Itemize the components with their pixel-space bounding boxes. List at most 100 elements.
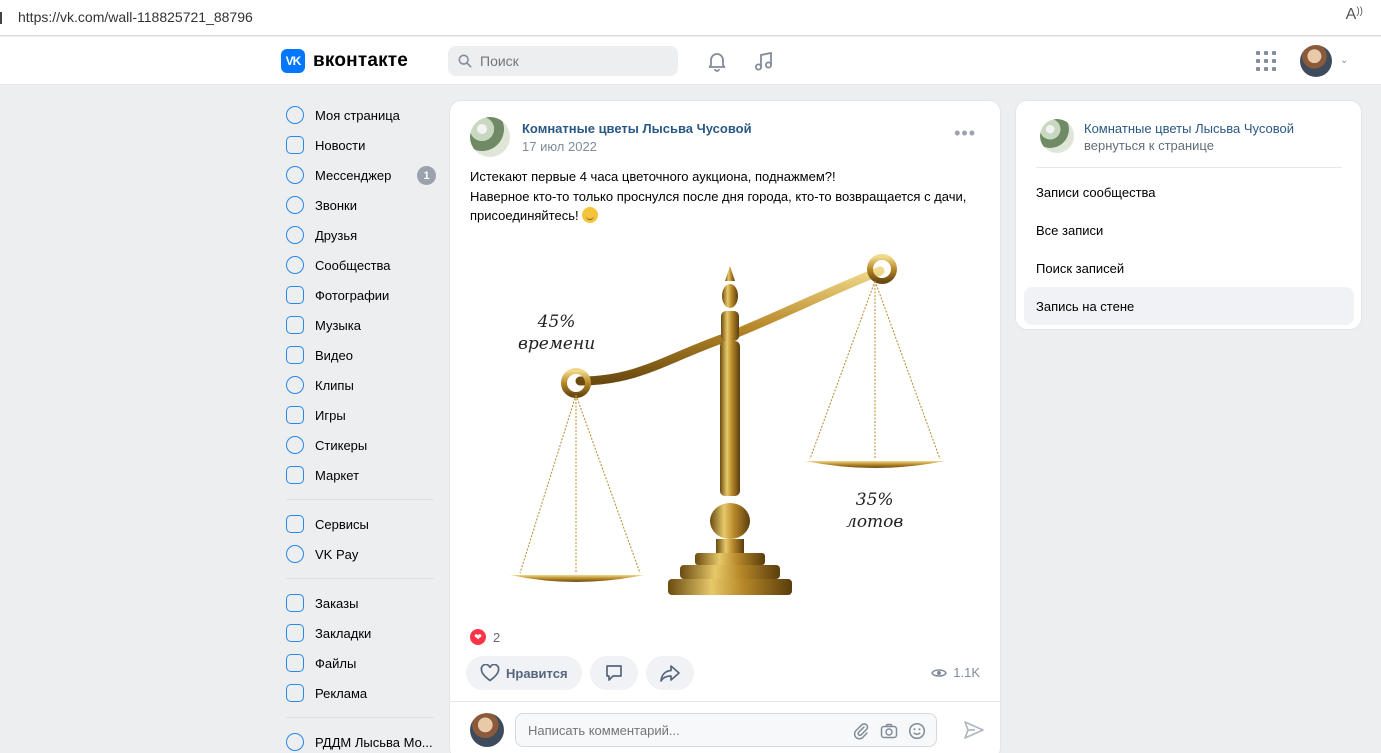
reader-mode-icon[interactable]: A))	[1346, 6, 1363, 24]
group-avatar[interactable]	[1040, 119, 1074, 153]
sidebar-item-label: Маркет	[315, 467, 360, 483]
sidebar-item-services[interactable]: Сервисы	[280, 509, 440, 539]
sidebar-item-files[interactable]: Файлы	[280, 648, 440, 678]
sidebar-item-photos[interactable]: Фотографии	[280, 280, 440, 310]
clips-icon	[286, 376, 304, 394]
post-author[interactable]: Комнатные цветы Лысьва Чусовой	[522, 121, 752, 136]
services-icon	[286, 515, 304, 533]
heart-reaction-icon: ❤	[470, 629, 486, 645]
more-options-icon[interactable]: •••	[954, 124, 976, 142]
bag-icon	[286, 466, 304, 484]
sidebar-item-my-page[interactable]: Моя страница	[280, 100, 440, 130]
wall-menu: Записи сообщества Все записи Поиск запис…	[1024, 173, 1354, 325]
menu-item-community-posts[interactable]: Записи сообщества	[1024, 173, 1354, 211]
views-counter: 1.1K	[931, 665, 980, 680]
send-icon[interactable]	[963, 719, 985, 741]
vkpay-icon	[286, 545, 304, 563]
message-icon	[286, 166, 304, 184]
apps-grid-icon[interactable]	[1256, 51, 1276, 71]
sidebar-item-communities[interactable]: Сообщества	[280, 250, 440, 280]
phone-icon	[286, 196, 304, 214]
back-to-page-link[interactable]: вернуться к странице	[1084, 138, 1214, 153]
scale-label-right: 35% лотов	[846, 489, 903, 533]
divider	[286, 578, 434, 579]
sidebar-item-label: Друзья	[315, 227, 358, 243]
sidebar-item-orders[interactable]: Заказы	[280, 588, 440, 618]
sidebar-item-messenger[interactable]: Мессенджер 1	[280, 160, 440, 190]
search-input[interactable]	[480, 53, 660, 69]
sidebar-item-market[interactable]: Маркет	[280, 460, 440, 490]
sidebar-item-label: Файлы	[315, 655, 357, 671]
comment-tools	[852, 722, 926, 740]
window-edge	[0, 12, 2, 24]
like-button[interactable]: Нравится	[466, 656, 582, 690]
gamepad-icon	[286, 406, 304, 424]
bookmark-icon	[286, 624, 304, 642]
smile-icon	[286, 436, 304, 454]
group-name[interactable]: Комнатные цветы Лысьва Чусовой	[1084, 121, 1294, 136]
left-sidebar: Моя страница Новости Мессенджер 1 Звонки …	[280, 100, 440, 753]
comment-box[interactable]	[515, 713, 937, 747]
smile-icon[interactable]	[908, 722, 926, 740]
sidebar-item-clips[interactable]: Клипы	[280, 370, 440, 400]
like-button-label: Нравится	[506, 665, 568, 681]
right-panel: Комнатные цветы Лысьва Чусовой вернуться…	[1015, 100, 1362, 330]
avatar[interactable]	[1300, 45, 1332, 77]
vk-header: VK вконтакте ⌄	[0, 37, 1381, 85]
camera-icon[interactable]	[880, 722, 898, 740]
address-url[interactable]: https://vk.com/wall-118825721_88796	[18, 9, 253, 25]
communities-icon	[286, 256, 304, 274]
user-circle-icon	[286, 106, 304, 124]
likes-count: 2	[493, 629, 501, 645]
scale-label-right-text: лотов	[846, 512, 904, 532]
reactions-summary[interactable]: ❤ 2	[470, 629, 500, 645]
group-avatar[interactable]	[470, 117, 510, 157]
sidebar-item-label: Фотографии	[315, 287, 390, 303]
sidebar-item-friends[interactable]: Друзья	[280, 220, 440, 250]
share-icon	[659, 665, 680, 682]
vk-logo-mark: VK	[281, 49, 305, 73]
comment-input[interactable]	[528, 722, 828, 738]
post-date[interactable]: 17 июл 2022	[522, 139, 597, 154]
comment-composer	[470, 713, 985, 749]
sidebar-item-label: Клипы	[315, 377, 354, 393]
heart-icon	[480, 664, 500, 682]
sidebar-item-label: РДДМ Лысьва Мо...	[315, 734, 433, 750]
post-image[interactable]: 45% времени 35% лотов	[490, 241, 960, 611]
comment-button[interactable]	[589, 656, 638, 690]
sidebar-item-label: Моя страница	[315, 107, 400, 123]
sidebar-item-ads[interactable]: Реклама	[280, 678, 440, 708]
sidebar-item-stickers[interactable]: Стикеры	[280, 430, 440, 460]
sidebar-item-games[interactable]: Игры	[280, 400, 440, 430]
sidebar-item-vkpay[interactable]: VK Pay	[280, 539, 440, 569]
views-count: 1.1K	[953, 665, 980, 680]
scales-illustration	[510, 254, 945, 595]
comment-icon	[605, 665, 622, 681]
sidebar-item-calls[interactable]: Звонки	[280, 190, 440, 220]
sidebar-item-music[interactable]: Музыка	[280, 310, 440, 340]
sidebar-item-video[interactable]: Видео	[280, 340, 440, 370]
post-text-line: присоединяйтесь!	[470, 208, 579, 223]
browser-address-bar: https://vk.com/wall-118825721_88796 A))	[0, 0, 1381, 36]
group-icon	[286, 733, 304, 751]
search-icon	[458, 54, 472, 68]
sidebar-item-label: Реклама	[315, 685, 368, 701]
eye-icon	[931, 668, 948, 677]
chevron-down-icon[interactable]: ⌄	[1340, 55, 1348, 66]
music-icon	[286, 316, 304, 334]
sidebar-item-group[interactable]: РДДМ Лысьва Мо...	[280, 727, 440, 753]
menu-item-all-posts[interactable]: Все записи	[1024, 211, 1354, 249]
music-icon[interactable]	[752, 49, 776, 73]
post-text: Истекают первые 4 часа цветочного аукцио…	[470, 167, 985, 226]
bell-icon[interactable]	[705, 49, 729, 73]
search-box[interactable]	[448, 46, 678, 76]
sidebar-item-news[interactable]: Новости	[280, 130, 440, 160]
menu-item-search-posts[interactable]: Поиск записей	[1024, 249, 1354, 287]
menu-item-wall-post[interactable]: Запись на стене	[1024, 287, 1354, 325]
share-button[interactable]	[645, 656, 694, 690]
vk-logo[interactable]: VK вконтакте	[281, 49, 408, 73]
post-actions: Нравится	[466, 656, 694, 690]
sidebar-item-bookmarks[interactable]: Закладки	[280, 618, 440, 648]
paperclip-icon[interactable]	[852, 722, 870, 740]
divider	[1036, 167, 1342, 168]
